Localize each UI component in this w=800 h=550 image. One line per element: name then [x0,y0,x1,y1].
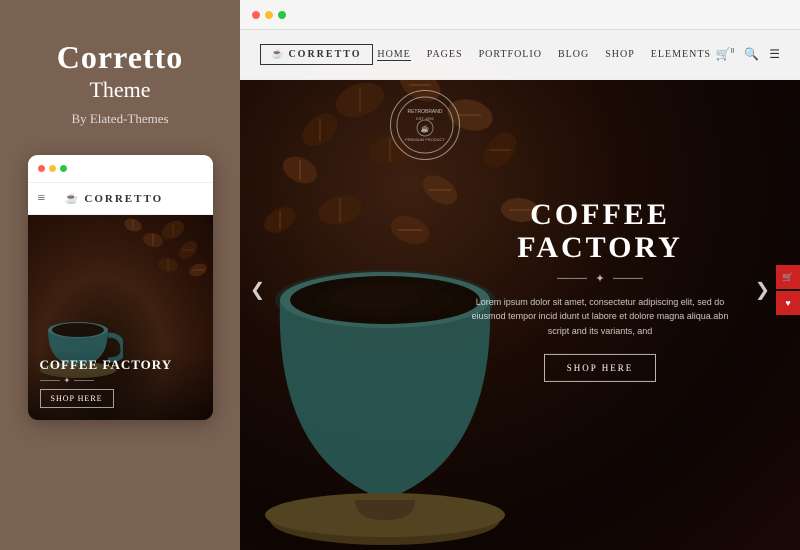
mobile-divider-right [74,380,94,381]
mobile-divider-icon: ✦ [64,376,71,385]
mobile-dot-red [38,165,45,172]
hero-arrow-right[interactable]: ❯ [755,280,770,301]
hero-side-buttons: 🛒 ♥ [776,265,800,315]
nav-icons: 🛒0 🔍 ☰ [716,47,780,62]
side-btn-cart[interactable]: 🛒 [776,265,800,289]
hero-badge-circle: RETROBRAND EST 1992 ☕ PREMIUM PRODUCT [390,90,460,160]
mobile-text-area: COFFEE FACTORY ✦ shop HeRE [28,349,213,420]
search-icon[interactable]: 🔍 [744,47,759,62]
mobile-dot-yellow [49,165,56,172]
hero-badge-svg: RETROBRAND EST 1992 ☕ PREMIUM PRODUCT [395,95,455,155]
left-panel: Corretto Theme By Elated-Themes ≡ ☕ CORR… [0,0,240,550]
nav-elements[interactable]: ELEMENTS [651,49,711,60]
hero-divider-icon: ✦ [595,272,604,285]
hero-divider: ✦ [460,272,740,285]
mobile-heading: COFFEE FACTORY [40,357,201,373]
desktop-logo-icon: ☕ [271,49,283,60]
mobile-mockup: ≡ ☕ CORRETTO [28,155,213,420]
hero-shop-button[interactable]: SHOP HERE [544,354,656,382]
desktop-logo: ☕ CORRETTO [260,44,373,65]
desktop-hero: RETROBRAND EST 1992 ☕ PREMIUM PRODUCT CO… [240,30,800,550]
hero-arrow-left[interactable]: ❮ [250,280,265,301]
nav-links: HOME PAGES PORTFOLIO BLOG SHOP ELEMENTS [377,49,711,61]
mobile-coffee-icon: ☕ [65,192,81,205]
desktop-dot-red [252,11,260,19]
mobile-hamburger-icon[interactable]: ≡ [38,191,46,207]
nav-pages[interactable]: PAGES [427,49,463,60]
hero-divider-right [613,278,643,279]
nav-home[interactable]: HOME [377,49,410,61]
mobile-hero: COFFEE FACTORY ✦ shop HeRE [28,215,213,420]
hero-title: COFFEE FACTORY [460,198,740,264]
mobile-dots [38,165,67,172]
nav-shop[interactable]: SHOP [605,49,635,60]
hero-divider-left [557,278,587,279]
svg-text:RETROBRAND: RETROBRAND [407,109,442,115]
cart-icon[interactable]: 🛒0 [716,47,734,62]
desktop-mockup: ☕ CORRETTO HOME PAGES PORTFOLIO BLOG SHO… [240,0,800,550]
desktop-logo-text: CORRETTO [288,49,361,60]
desktop-dots [252,11,286,19]
desktop-nav: ☕ CORRETTO HOME PAGES PORTFOLIO BLOG SHO… [240,30,800,80]
mobile-shop-button[interactable]: shop HeRE [40,389,114,408]
mobile-dot-green [60,165,67,172]
theme-title: Corretto [57,40,183,75]
mobile-top-bar [28,155,213,183]
svg-text:PREMIUM PRODUCT: PREMIUM PRODUCT [405,137,445,142]
svg-text:☕: ☕ [421,124,430,133]
side-btn-heart[interactable]: ♥ [776,291,800,315]
desktop-dot-green [278,11,286,19]
nav-blog[interactable]: BLOG [558,49,589,60]
mobile-logo-text: CORRETTO [84,193,163,205]
desktop-dot-yellow [265,11,273,19]
hero-description: Lorem ipsum dolor sit amet, consectetur … [460,295,740,338]
menu-icon[interactable]: ☰ [769,47,780,62]
nav-portfolio[interactable]: PORTFOLIO [479,49,542,60]
mobile-divider: ✦ [40,376,201,385]
theme-subtitle: Theme [89,77,150,103]
desktop-top-bar [240,0,800,30]
mobile-logo: ☕ CORRETTO [65,192,163,205]
theme-by: By Elated-Themes [71,111,168,127]
mobile-logo-bar: ≡ ☕ CORRETTO [28,183,213,215]
hero-content: COFFEE FACTORY ✦ Lorem ipsum dolor sit a… [460,198,740,382]
mobile-beans-svg [93,215,213,305]
mobile-divider-left [40,380,60,381]
